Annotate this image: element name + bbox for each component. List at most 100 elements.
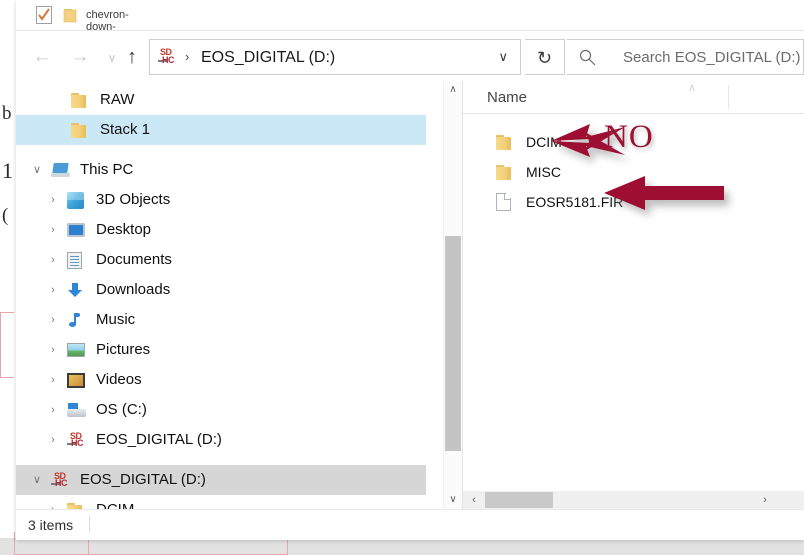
expander-spacer	[34, 123, 48, 137]
search-box[interactable]: Search EOS_DIGITAL (D:)	[567, 39, 804, 75]
videos-icon	[67, 370, 87, 390]
cube-icon	[67, 190, 87, 210]
breadcrumb-path[interactable]: EOS_DIGITAL (D:)	[201, 48, 335, 68]
file-icon	[496, 192, 516, 212]
sd-card-icon: SD HC	[67, 430, 87, 450]
scrollbar-thumb[interactable]	[445, 236, 461, 451]
tree-item-label: Desktop	[96, 221, 152, 238]
new-folder-icon[interactable]	[63, 6, 81, 25]
background-text-fragment: 1	[2, 158, 13, 183]
scroll-left-icon[interactable]: ‹	[465, 491, 483, 509]
up-button[interactable]: ↑	[120, 45, 144, 69]
tree-item-eos-digital-d-root[interactable]: ∨ SD HC EOS_DIGITAL (D:)	[16, 465, 426, 495]
tree-item-pictures[interactable]: › Pictures	[16, 335, 426, 365]
refresh-button[interactable]: ↻	[525, 39, 565, 75]
tree-item-os-c[interactable]: › OS (C:)	[16, 395, 426, 425]
tree-item-documents[interactable]: › Documents	[16, 245, 426, 275]
status-separator	[89, 515, 90, 533]
sort-ascending-icon: ∧	[688, 82, 697, 94]
folder-icon	[71, 120, 91, 140]
item-count-label: 3 items	[28, 517, 74, 533]
sd-card-icon: SD HC	[158, 47, 180, 69]
tree-item-label: Downloads	[96, 281, 171, 298]
tree-item-downloads[interactable]: › Downloads	[16, 275, 426, 305]
tree-item-videos[interactable]: › Videos	[16, 365, 426, 395]
tree-item-label: Pictures	[96, 341, 151, 358]
search-icon	[579, 49, 596, 66]
navigation-toolbar: ← → ∨ ↑ SD HC › EOS_DIGITAL (D:) ∨ ↻ Sea…	[16, 31, 804, 81]
tree-item-3d-objects[interactable]: › 3D Objects	[16, 185, 426, 215]
pictures-icon	[67, 340, 87, 360]
music-icon	[67, 310, 87, 330]
file-row-eosr5181-fir[interactable]: EOSR5181.FIR	[463, 189, 804, 215]
sd-card-icon: SD HC	[51, 470, 71, 490]
background-text-fragment: (	[2, 205, 9, 226]
title-bar: chevron-down-icon	[16, 0, 804, 45]
tree-item-dcim[interactable]: › DCIM	[16, 495, 426, 509]
chevron-right-icon[interactable]: ›	[46, 313, 60, 327]
tree-item-label: EOS_DIGITAL (D:)	[80, 471, 206, 488]
sd-icon-bottom-label: HC	[162, 55, 175, 65]
expander-icon	[18, 123, 32, 137]
tree-item-label: Stack 1	[100, 121, 151, 138]
chevron-down-icon[interactable]: ∨	[30, 163, 44, 177]
breadcrumb-separator[interactable]: ›	[185, 49, 189, 64]
content-area: RAW Stack 1 ∨ This PC › 3D Objects › Des…	[16, 81, 804, 509]
column-header-name[interactable]: Name	[487, 89, 527, 107]
expander-icon	[18, 93, 32, 107]
column-header-row: Name ∧	[463, 81, 804, 114]
search-placeholder[interactable]: Search EOS_DIGITAL (D:)	[623, 49, 801, 67]
download-icon	[67, 280, 87, 300]
status-bar: 3 items	[16, 509, 804, 540]
tree-item-label: Documents	[96, 251, 172, 268]
chevron-right-icon[interactable]: ›	[46, 403, 60, 417]
address-bar[interactable]: SD HC › EOS_DIGITAL (D:) ∨	[149, 39, 521, 75]
expander-spacer	[34, 93, 48, 107]
folder-icon	[67, 500, 87, 509]
tree-item-desktop[interactable]: › Desktop	[16, 215, 426, 245]
file-name-label: EOSR5181.FIR	[526, 194, 624, 210]
annotation-no-text: NO	[604, 119, 654, 155]
chevron-right-icon[interactable]: ›	[46, 433, 60, 447]
file-list-horizontal-scrollbar[interactable]: ‹ ›	[463, 491, 804, 509]
desktop-icon	[67, 220, 87, 240]
chevron-right-icon[interactable]: ›	[46, 193, 60, 207]
scroll-right-icon[interactable]: ›	[756, 491, 774, 509]
chevron-right-icon[interactable]: ›	[46, 253, 60, 267]
tree-item-label: RAW	[100, 91, 135, 108]
forward-button[interactable]: →	[68, 45, 92, 69]
tree-item-stack-1[interactable]: Stack 1	[16, 115, 426, 145]
navigation-pane: RAW Stack 1 ∨ This PC › 3D Objects › Des…	[16, 81, 426, 509]
chevron-right-icon[interactable]: ›	[46, 373, 60, 387]
file-row-misc[interactable]: MISC	[463, 159, 804, 185]
tree-item-label: 3D Objects	[96, 191, 171, 208]
address-dropdown-chevron-down-icon[interactable]: ∨	[498, 49, 508, 65]
tree-item-this-pc[interactable]: ∨ This PC	[16, 155, 426, 185]
tree-item-label: EOS_DIGITAL (D:)	[96, 431, 222, 448]
pc-icon	[51, 160, 71, 180]
document-icon	[67, 250, 87, 270]
properties-icon[interactable]	[36, 6, 54, 25]
folder-icon	[496, 132, 516, 152]
chevron-right-icon[interactable]: ›	[46, 223, 60, 237]
navigation-pane-scrollbar[interactable]: ∧ ∨	[443, 81, 462, 509]
back-button[interactable]: ←	[30, 45, 54, 69]
drive-icon	[67, 400, 87, 420]
file-name-label: DCIM	[526, 134, 562, 150]
tree-item-eos-digital-d-under-pc[interactable]: › SD HC EOS_DIGITAL (D:)	[16, 425, 426, 455]
scroll-down-icon[interactable]: ∨	[444, 491, 462, 509]
scroll-up-icon[interactable]: ∧	[444, 81, 462, 99]
folder-icon	[71, 90, 91, 110]
file-explorer-screenshot: b 1 ( chevron-down-icon	[0, 0, 804, 555]
customize-chevron-down-icon[interactable]: chevron-down-icon	[86, 9, 129, 45]
scrollbar-thumb[interactable]	[485, 492, 553, 508]
tree-item-raw[interactable]: RAW	[16, 85, 426, 115]
file-name-label: MISC	[526, 164, 561, 180]
chevron-down-icon[interactable]: ∨	[30, 473, 44, 487]
chevron-right-icon[interactable]: ›	[46, 343, 60, 357]
tree-item-music[interactable]: › Music	[16, 305, 426, 335]
chevron-right-icon[interactable]: ›	[46, 283, 60, 297]
tree-item-label: DCIM	[96, 500, 134, 509]
explorer-window: chevron-down-icon ← → ∨ ↑ SD HC › EOS_DI…	[16, 0, 804, 540]
column-divider[interactable]	[728, 85, 729, 109]
